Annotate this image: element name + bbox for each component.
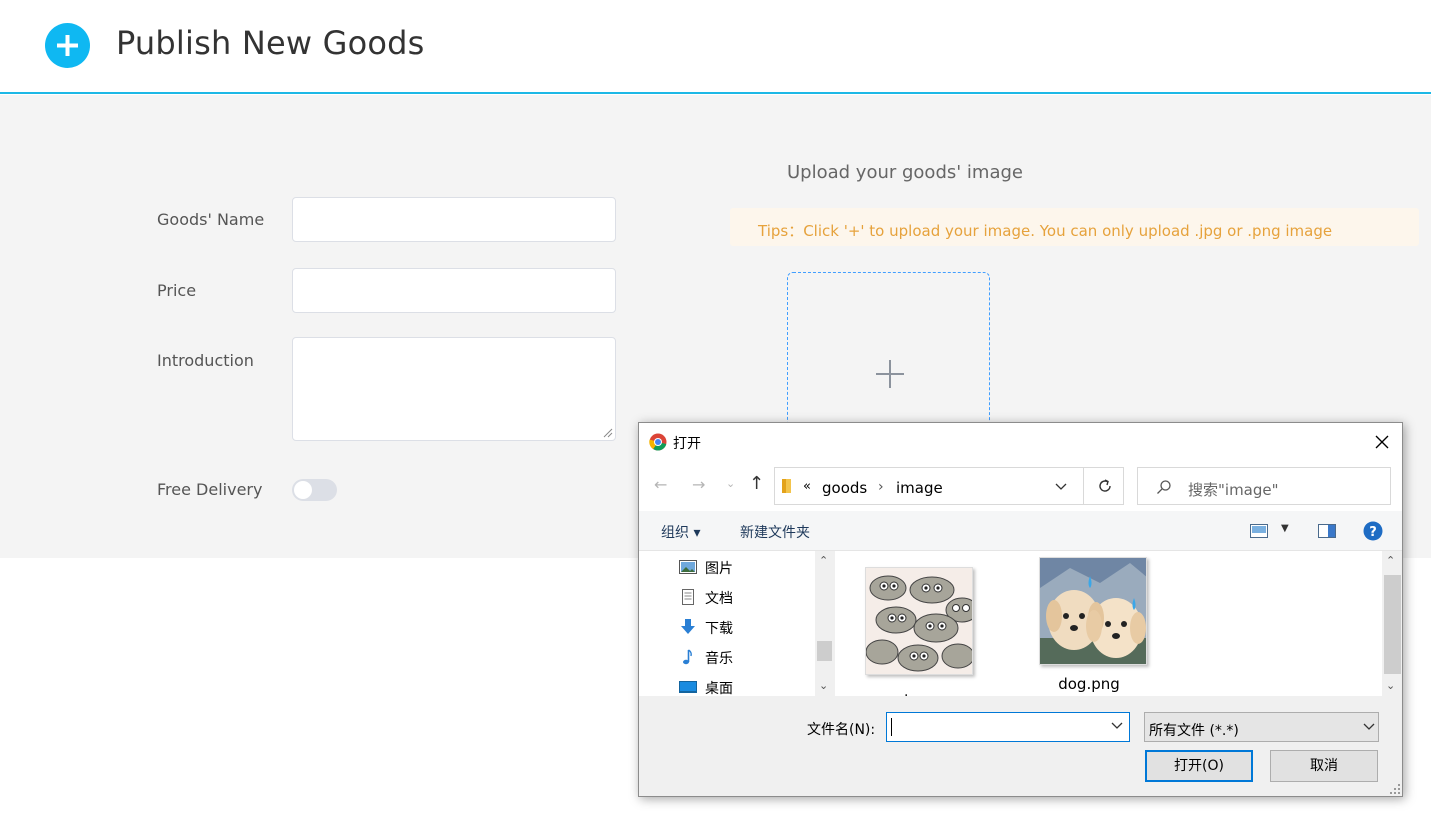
free-delivery-toggle[interactable] (292, 479, 337, 501)
dialog-title: 打开 (673, 436, 701, 452)
page-title: Publish New Goods (116, 24, 425, 62)
address-bar[interactable]: « goods › image (774, 467, 1124, 505)
filename-input[interactable] (886, 712, 1130, 742)
breadcrumb-goods[interactable]: goods (822, 479, 867, 497)
documents-icon (682, 589, 694, 605)
dog-thumbnail (1039, 557, 1147, 665)
file-open-dialog: 打开 ← → ⌄ ↑ « goods › image 搜索"image" 组织 … (638, 422, 1403, 797)
add-goods-icon (45, 23, 90, 68)
file-list: cat.png (835, 551, 1382, 709)
tree-scrollbar[interactable]: ⌃ ⌄ (815, 551, 834, 696)
preview-pane-icon[interactable] (1318, 524, 1336, 538)
download-icon (681, 619, 695, 634)
refresh-icon (1099, 479, 1111, 492)
file-name: dog.png (1058, 675, 1120, 693)
dialog-nav-bar: ← → ⌄ ↑ « goods › image 搜索"image" (639, 461, 1402, 511)
up-arrow-icon[interactable]: ↑ (749, 473, 764, 494)
upload-tips-text: Tips：Click '+' to upload your image. You… (758, 222, 1333, 240)
breadcrumb-image[interactable]: image (896, 479, 943, 497)
svg-text:?: ? (1369, 525, 1377, 540)
music-icon (683, 649, 692, 665)
search-box[interactable]: 搜索"image" (1137, 467, 1391, 505)
text-caret (891, 718, 892, 736)
scrollbar-thumb[interactable] (817, 641, 832, 661)
cat-thumbnail (865, 567, 973, 675)
file-list-scrollbar[interactable]: ⌃ ⌄ (1382, 551, 1402, 696)
recent-locations-chevron-icon[interactable]: ⌄ (726, 477, 735, 490)
introduction-label: Introduction (157, 351, 254, 370)
breadcrumb-overflow[interactable]: « (803, 479, 811, 494)
scroll-up-icon[interactable]: ⌃ (819, 554, 828, 567)
upload-tips: Tips：Click '+' to upload your image. You… (730, 208, 1419, 246)
image-upload-box[interactable] (787, 272, 990, 442)
search-placeholder: 搜索"image" (1188, 481, 1279, 499)
toggle-knob (294, 481, 312, 499)
forward-arrow-icon[interactable]: → (692, 475, 705, 494)
scroll-up-icon[interactable]: ⌃ (1386, 554, 1395, 567)
tree-label: 下载 (705, 621, 733, 637)
filename-dropdown-icon[interactable] (1111, 720, 1123, 732)
introduction-textarea[interactable] (292, 337, 616, 441)
pictures-icon (679, 560, 697, 574)
help-icon[interactable]: ? (1363, 521, 1383, 541)
tree-label: 桌面 (705, 681, 733, 697)
upload-title: Upload your goods' image (787, 162, 1023, 183)
file-item[interactable]: dog.png (1029, 557, 1149, 697)
file-type-select[interactable]: 所有文件 (*.*) (1144, 712, 1379, 742)
tree-label: 音乐 (705, 651, 733, 667)
scroll-down-icon[interactable]: ⌄ (1386, 679, 1395, 692)
scroll-down-icon[interactable]: ⌄ (819, 679, 828, 692)
goods-name-label: Goods' Name (157, 210, 265, 229)
view-dropdown-icon[interactable]: ▼ (1281, 523, 1289, 534)
goods-name-input[interactable] (292, 197, 616, 242)
resize-handle-icon[interactable] (603, 428, 613, 438)
breadcrumb-separator-icon: › (878, 479, 884, 495)
tree-label: 文档 (705, 591, 733, 607)
scrollbar-thumb[interactable] (1384, 575, 1401, 674)
view-options-icon[interactable] (1250, 524, 1268, 538)
resize-grip-icon[interactable] (1389, 783, 1401, 795)
upload-plus-icon (876, 360, 904, 388)
open-button[interactable]: 打开(O) (1145, 750, 1253, 782)
folder-icon (782, 479, 791, 493)
close-icon[interactable] (1373, 433, 1391, 451)
tree-label: 图片 (705, 561, 733, 577)
price-label: Price (157, 281, 197, 300)
chrome-icon (649, 433, 667, 451)
dialog-footer: 文件名(N): 所有文件 (*.*) 打开(O) 取消 (639, 696, 1402, 796)
page: Publish New Goods Goods' Name Price Intr… (0, 0, 1431, 826)
navigation-tree: 图片 文档 下载 音乐 桌面 (639, 551, 834, 697)
dialog-titlebar: 打开 (639, 423, 1402, 461)
file-type-dropdown-icon (1363, 723, 1375, 730)
dialog-command-bar: 组织 ▾ 新建文件夹 ▼ ? (639, 511, 1402, 551)
address-dropdown-icon[interactable] (1055, 483, 1067, 491)
page-header: Publish New Goods (0, 0, 1431, 94)
price-input[interactable] (292, 268, 616, 313)
cancel-button[interactable]: 取消 (1270, 750, 1378, 782)
organize-menu[interactable]: 组织 ▾ (661, 522, 700, 542)
file-item[interactable]: cat.png (855, 567, 975, 709)
new-folder-button[interactable]: 新建文件夹 (740, 522, 810, 542)
desktop-icon (679, 681, 697, 693)
search-icon (1157, 480, 1171, 494)
refresh-button[interactable] (1083, 468, 1125, 504)
back-arrow-icon[interactable]: ← (654, 475, 667, 494)
filename-label: 文件名(N): (807, 722, 876, 738)
file-type-value: 所有文件 (*.*) (1149, 723, 1239, 739)
free-delivery-label: Free Delivery (157, 480, 263, 499)
